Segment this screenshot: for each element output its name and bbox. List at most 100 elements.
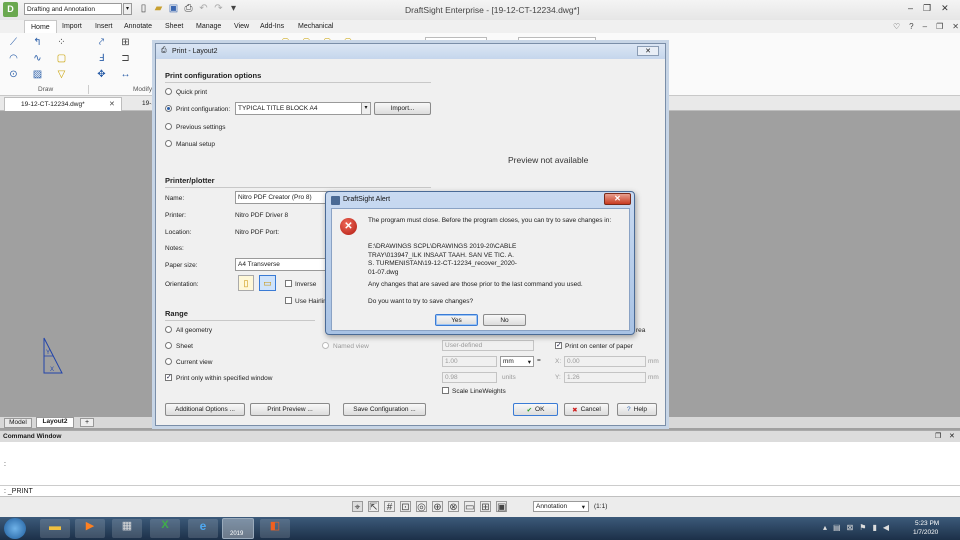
menu-view[interactable]: View xyxy=(234,23,249,30)
tray-flag-icon[interactable]: ⚑ xyxy=(859,523,866,532)
spline-icon[interactable]: ∿ xyxy=(32,53,43,64)
clock-time[interactable]: 5:23 PM xyxy=(915,520,939,527)
triangle-icon[interactable]: ▽ xyxy=(56,69,67,80)
quick-print-radio[interactable] xyxy=(165,88,172,95)
doc-tab-active[interactable]: 19-12-CT-12234.dwg* ✕ xyxy=(4,97,122,111)
point-icon[interactable]: ⁘ xyxy=(56,37,67,48)
landscape-button[interactable]: ▭ xyxy=(259,275,276,291)
workspace-select[interactable]: Drafting and Annotation xyxy=(24,3,122,15)
mm-input[interactable]: 1.00 xyxy=(442,356,497,367)
no-button[interactable]: No xyxy=(483,314,526,326)
lineweight-icon[interactable]: ▭ xyxy=(464,501,475,513)
scale-lineweights-checkbox[interactable] xyxy=(442,387,449,394)
ortho-icon[interactable]: ⊡ xyxy=(400,501,411,513)
start-button-icon[interactable] xyxy=(4,518,26,539)
info-icon[interactable]: ? xyxy=(909,22,913,31)
esnap-icon[interactable]: ⊕ xyxy=(432,501,443,513)
tray-wifi-icon[interactable]: ▮ xyxy=(872,523,876,532)
customize-icon[interactable]: ▾ xyxy=(228,3,239,14)
circle-icon[interactable]: ⊙ xyxy=(8,69,19,80)
arc-icon[interactable]: ◠ xyxy=(8,53,19,64)
menu-manage[interactable]: Manage xyxy=(196,23,221,30)
portrait-button[interactable]: ▯ xyxy=(238,275,254,291)
print-center-checkbox[interactable]: ✓ xyxy=(555,342,562,349)
additional-options-button[interactable]: Additional Options ... xyxy=(165,403,245,416)
add-layout-icon[interactable]: + xyxy=(80,418,94,427)
print-icon[interactable]: ⎙ xyxy=(183,3,194,14)
menu-mechanical[interactable]: Mechanical xyxy=(298,23,333,30)
menu-insert[interactable]: Insert xyxy=(95,23,113,30)
print-dialog-close-icon[interactable]: ✕ xyxy=(637,46,659,56)
etrack-icon[interactable]: ⊗ xyxy=(448,501,459,513)
polyline-icon[interactable]: ↰ xyxy=(32,37,43,48)
taskbar-excel-icon[interactable]: X xyxy=(150,519,180,538)
tab-model[interactable]: Model xyxy=(4,418,32,428)
move-icon[interactable]: ✥ xyxy=(96,69,107,80)
manual-setup-radio[interactable] xyxy=(165,140,172,147)
trim-icon[interactable]: ⤤ xyxy=(96,37,107,48)
named-view-radio[interactable] xyxy=(322,342,329,349)
save-icon[interactable]: ▣ xyxy=(168,3,179,14)
taskbar-draftsight-icon[interactable]: 2019 xyxy=(222,518,254,539)
menu-home[interactable]: Home xyxy=(24,20,57,33)
sheet-radio[interactable] xyxy=(165,342,172,349)
offset-icon[interactable]: ⊐ xyxy=(120,53,131,64)
printer-name-select[interactable]: Nitro PDF Creator (Pro 8) xyxy=(235,191,329,204)
inverse-checkbox[interactable] xyxy=(285,280,292,287)
array-icon[interactable]: ⊞ xyxy=(120,37,131,48)
line-icon[interactable]: ⟋ xyxy=(8,37,19,48)
tab-layout2[interactable]: Layout2 xyxy=(36,417,74,428)
workspace-dropdown-icon[interactable]: ▾ xyxy=(123,3,132,15)
hatch-icon[interactable]: ▨ xyxy=(32,69,43,80)
grid-icon[interactable]: # xyxy=(384,501,395,513)
new-icon[interactable]: ▯ xyxy=(138,3,149,14)
snap-icon[interactable]: ⌖ xyxy=(352,501,363,513)
tray-expand-icon[interactable]: ▴ xyxy=(823,523,827,532)
command-float-icon[interactable]: ❐ xyxy=(935,432,941,440)
units-input[interactable]: 0.98 xyxy=(442,372,497,383)
menu-sheet[interactable]: Sheet xyxy=(165,23,183,30)
polar-icon[interactable]: ◎ xyxy=(416,501,427,513)
restore-doc-icon[interactable]: ❐ xyxy=(936,22,943,31)
redo-icon[interactable]: ↷ xyxy=(213,3,224,14)
cursor-icon[interactable]: ⇱ xyxy=(368,501,379,513)
mm-unit-select[interactable]: mm ▾ xyxy=(500,356,534,367)
rect-icon[interactable]: ▢ xyxy=(56,53,67,64)
close-icon[interactable]: ✕ xyxy=(941,3,949,14)
undo-icon[interactable]: ↶ xyxy=(198,3,209,14)
save-configuration-button[interactable]: Save Configuration ... xyxy=(343,403,426,416)
extend-icon[interactable]: ↔ xyxy=(120,69,131,80)
command-close-icon[interactable]: ✕ xyxy=(949,432,955,440)
tray-volume-icon[interactable]: ◀ xyxy=(883,523,889,532)
all-geometry-radio[interactable] xyxy=(165,326,172,333)
current-view-radio[interactable] xyxy=(165,358,172,365)
menu-import[interactable]: Import xyxy=(62,23,82,30)
help-icon[interactable]: ♡ xyxy=(893,22,900,31)
previous-settings-radio[interactable] xyxy=(165,123,172,130)
doc-tab-second[interactable]: 19-1 xyxy=(142,100,155,107)
tray-network-icon[interactable]: ▤ xyxy=(833,523,841,532)
print-window-checkbox[interactable]: ✓ xyxy=(165,374,172,381)
print-preview-button[interactable]: Print Preview ... xyxy=(250,403,330,416)
taskbar-calc-icon[interactable]: ▦ xyxy=(112,519,142,538)
import-button[interactable]: Import... xyxy=(374,102,431,115)
ok-button[interactable]: ✔ OK xyxy=(513,403,558,416)
open-icon[interactable]: ▰ xyxy=(153,3,164,14)
x-offset-input[interactable]: 0.00 xyxy=(564,356,646,367)
print-config-radio[interactable] xyxy=(165,105,172,112)
annotation-select[interactable]: Annotation ▾ xyxy=(533,501,589,512)
fillet-icon[interactable]: Ⅎ xyxy=(96,53,107,64)
taskbar-explorer-icon[interactable]: ▬ xyxy=(40,519,70,538)
menu-addins[interactable]: Add-Ins xyxy=(260,23,284,30)
menu-annotate[interactable]: Annotate xyxy=(124,23,152,30)
taskbar-ie-icon[interactable]: e xyxy=(188,519,218,538)
min-doc-icon[interactable]: – xyxy=(923,22,927,31)
taskbar-media-icon[interactable]: ▶ xyxy=(75,519,105,538)
close-doc-icon[interactable]: ✕ xyxy=(952,22,959,31)
print-config-dropdown-icon[interactable]: ▾ xyxy=(361,102,371,115)
taskbar-office-icon[interactable]: ◧ xyxy=(260,519,290,538)
annot-icon[interactable]: ▣ xyxy=(496,501,507,513)
help-button[interactable]: ? Help xyxy=(617,403,657,416)
yes-button[interactable]: Yes xyxy=(435,314,478,326)
hairline-checkbox[interactable] xyxy=(285,297,292,304)
